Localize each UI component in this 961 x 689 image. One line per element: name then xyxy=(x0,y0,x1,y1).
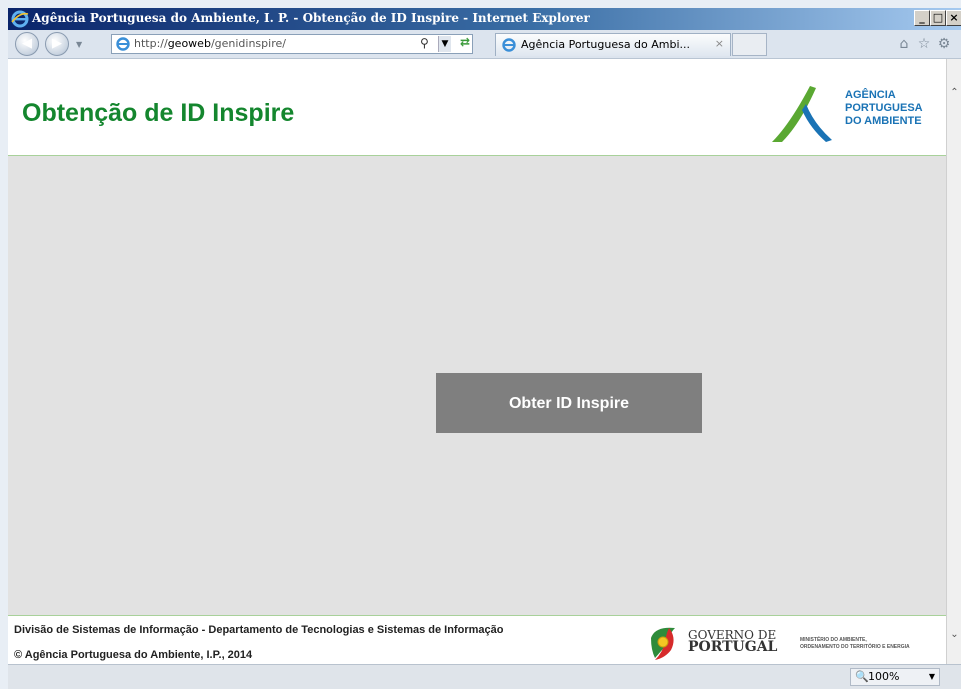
apa-logo-icon xyxy=(772,86,832,142)
url-host: geoweb xyxy=(167,37,211,50)
footer-division-text: Divisão de Sistemas de Informação - Depa… xyxy=(14,624,504,636)
page-ie-icon xyxy=(116,37,130,51)
forward-button[interactable]: ▶ xyxy=(45,32,69,56)
logo-line-2: PORTUGUESA xyxy=(845,102,923,114)
url-path: /genidinspire/ xyxy=(210,37,286,50)
home-icon[interactable]: ⌂ xyxy=(896,36,912,52)
scroll-down-icon[interactable]: ⌄ xyxy=(947,629,961,644)
obter-id-inspire-button[interactable]: Obter ID Inspire xyxy=(436,373,702,433)
vertical-scrollbar[interactable]: ⌃ ⌄ xyxy=(946,59,961,664)
tab-close-icon[interactable]: × xyxy=(715,37,724,50)
history-dropdown-icon[interactable]: ▼ xyxy=(76,40,82,49)
close-button[interactable]: × xyxy=(946,10,961,26)
zoom-level: 100% xyxy=(868,670,900,683)
forward-arrow-icon: ▶ xyxy=(52,36,62,51)
new-tab-button[interactable] xyxy=(732,33,767,56)
search-icon[interactable]: ⚲ xyxy=(420,36,429,50)
gov-portugal-text: GOVERNO DE PORTUGAL xyxy=(688,629,778,655)
status-bar: 🔍 100% ▼ xyxy=(8,664,961,689)
address-dropdown-icon[interactable]: ▼ xyxy=(438,36,451,52)
page-content: Obtenção de ID Inspire AGÊNCIA PORTUGUES… xyxy=(8,59,946,665)
page-footer: Divisão de Sistemas de Informação - Depa… xyxy=(8,615,946,665)
minimize-button[interactable]: _ xyxy=(914,10,930,26)
tools-gear-icon[interactable]: ⚙ xyxy=(936,36,952,52)
ministry-line-2: ORDENAMENTO DO TERRITÓRIO E ENERGIA xyxy=(800,644,910,650)
browser-window: Agência Portuguesa do Ambiente, I. P. - … xyxy=(8,8,961,689)
page-title: Obtenção de ID Inspire xyxy=(22,99,295,127)
navigation-bar: ◀ ▶ ▼ http://geoweb/genidinspire/ ⚲ ▼ ⇄ … xyxy=(8,30,961,59)
apa-logo-text: AGÊNCIA PORTUGUESA DO AMBIENTE xyxy=(845,89,923,128)
zoom-dropdown-icon[interactable]: ▼ xyxy=(929,669,935,685)
address-bar[interactable]: http://geoweb/genidinspire/ ⚲ ▼ xyxy=(111,34,473,54)
zoom-icon: 🔍 xyxy=(855,670,869,683)
browser-tab[interactable]: Agência Portuguesa do Ambi... × xyxy=(495,33,731,56)
gov-line-2: PORTUGAL xyxy=(688,639,778,655)
ministry-line-1: MINISTÉRIO DO AMBIENTE, xyxy=(800,637,867,643)
internet-explorer-icon xyxy=(11,10,29,28)
portugal-emblem-icon xyxy=(651,627,675,660)
window-title: Agência Portuguesa do Ambiente, I. P. - … xyxy=(32,11,590,25)
refresh-icon[interactable]: ⇄ xyxy=(455,35,475,53)
page-header: Obtenção de ID Inspire AGÊNCIA PORTUGUES… xyxy=(8,59,946,156)
maximize-button[interactable]: □ xyxy=(930,10,946,26)
footer-copyright: © Agência Portuguesa do Ambiente, I.P., … xyxy=(14,649,253,661)
tab-ie-icon xyxy=(502,38,516,52)
scroll-up-icon[interactable]: ⌃ xyxy=(947,87,961,102)
title-bar[interactable]: Agência Portuguesa do Ambiente, I. P. - … xyxy=(8,8,961,30)
logo-line-3: DO AMBIENTE xyxy=(845,115,922,127)
favorites-star-icon[interactable]: ☆ xyxy=(916,36,932,52)
tab-title: Agência Portuguesa do Ambi... xyxy=(521,38,691,51)
back-arrow-icon: ◀ xyxy=(22,36,32,51)
url-prefix: http:// xyxy=(134,37,168,50)
logo-line-1: AGÊNCIA xyxy=(845,89,896,101)
zoom-control[interactable]: 🔍 100% ▼ xyxy=(850,668,940,686)
back-button[interactable]: ◀ xyxy=(15,32,39,56)
address-url[interactable]: http://geoweb/genidinspire/ xyxy=(134,37,286,50)
ministry-text: MINISTÉRIO DO AMBIENTE, ORDENAMENTO DO T… xyxy=(800,637,910,651)
